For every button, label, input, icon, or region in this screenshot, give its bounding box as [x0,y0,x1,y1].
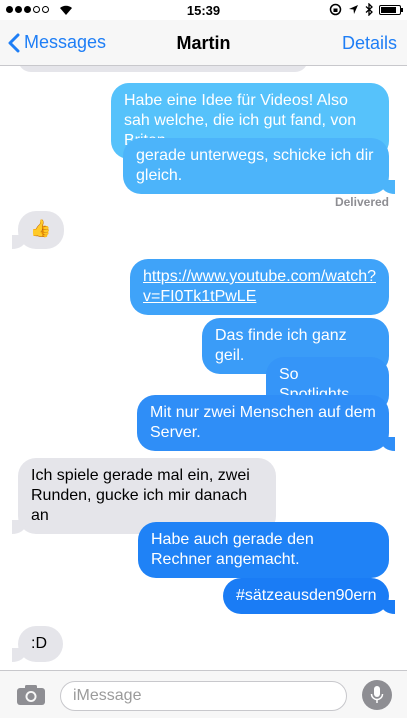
message-bubble-1[interactable]: gerade unterwegs, schicke ich dir gleich… [123,138,395,194]
message-bubble-6[interactable]: Mit nur zwei Menschen auf dem Server. [137,395,395,451]
message-bubble-8[interactable]: Habe auch gerade den Rechner angemacht. [138,522,389,578]
message-bubble-partial [18,66,308,72]
message-text: Mit nur zwei Menschen auf dem Server. [150,404,376,441]
location-icon [349,5,358,14]
delivered-status: Delivered [334,195,389,209]
camera-icon[interactable] [16,684,46,706]
message-bubble-9[interactable]: #sätzeausden90ern [223,578,395,614]
compose-bar: iMessage [0,670,407,718]
message-text: Ich spiele gerade mal ein, zwei Runden, … [31,467,250,524]
message-bubble-10[interactable]: :D [12,626,63,662]
message-input[interactable]: iMessage [60,681,347,711]
message-thread[interactable]: Habe eine Idee für Videos! Also sah welc… [0,66,407,670]
back-button[interactable]: Messages [8,32,106,53]
chevron-left-icon [8,33,20,52]
navigation-bar: Messages Martin Details [0,20,407,66]
microphone-button[interactable] [362,680,392,710]
back-label: Messages [24,32,107,52]
message-text: :D [31,635,47,652]
message-text: 👍 [30,219,52,238]
battery-icon [379,4,403,15]
message-bubble-3[interactable]: https://www.youtube.com/watch?v=FI0Tk1tP… [130,259,389,315]
status-bar: 15:39 [0,0,407,20]
message-text: Habe auch gerade den Rechner angemacht. [151,531,314,568]
message-link[interactable]: https://www.youtube.com/watch?v=FI0Tk1tP… [143,268,376,305]
message-input-placeholder: iMessage [73,687,142,704]
bluetooth-icon [365,3,373,16]
message-text: #sätzeausden90ern [236,587,377,604]
details-button[interactable]: Details [342,33,397,54]
rotation-lock-icon [329,3,342,16]
microphone-icon [370,686,384,703]
message-text: gerade unterwegs, schicke ich dir gleich… [136,147,374,184]
message-bubble-2[interactable]: 👍 [12,211,64,249]
